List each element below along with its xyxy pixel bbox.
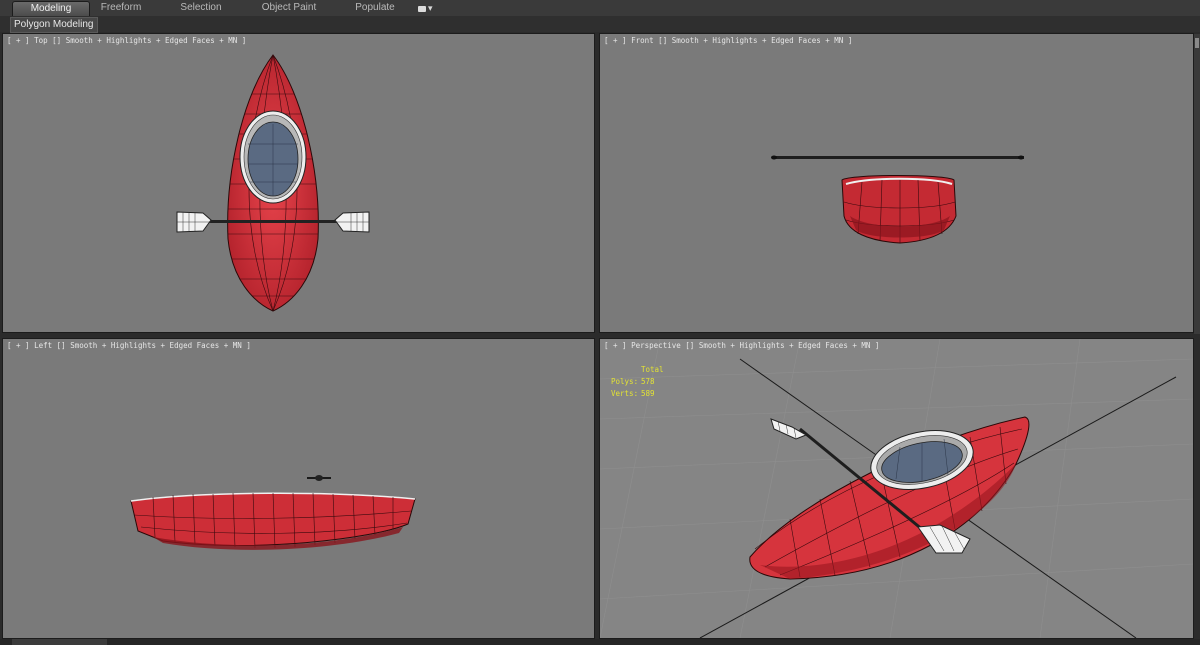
tab-freeform[interactable]: Freeform: [92, 1, 150, 15]
ribbon-tabs: Modeling Freeform Selection Object Paint…: [0, 0, 1200, 17]
command-panel-scrollbar[interactable]: [1194, 34, 1200, 334]
camera-icon: [418, 5, 426, 12]
verts-label: Verts:: [611, 389, 639, 398]
polys-label: Polys:: [611, 377, 639, 386]
viewport-left[interactable]: [ + ] Left [] Smooth + Highlights + Edge…: [2, 338, 595, 639]
polygon-modeling-button[interactable]: Polygon Modeling: [10, 17, 98, 33]
tab-object-paint[interactable]: Object Paint: [255, 1, 323, 15]
tab-modeling[interactable]: Modeling: [12, 1, 90, 16]
paddle-blade-right: [334, 211, 370, 233]
front-view-kayak: [771, 155, 1024, 244]
ribbon-panel-bar: Polygon Modeling: [0, 16, 1200, 33]
perspective-view-kayak: [600, 339, 1193, 638]
polygon-stats: Total Polys: 578 Verts: 589: [611, 364, 664, 400]
chevron-down-icon: ▾: [428, 3, 433, 13]
timeline-bar: [0, 639, 1200, 645]
polys-count: 578: [641, 377, 655, 386]
tab-selection[interactable]: Selection: [172, 1, 230, 15]
time-slider[interactable]: [12, 639, 107, 645]
scrollbar-thumb[interactable]: [1195, 38, 1199, 48]
stats-header: Total: [641, 365, 664, 374]
viewport-perspective[interactable]: [ + ] Perspective [] Smooth + Highlights…: [599, 338, 1194, 639]
viewport-top[interactable]: [ + ] Top [] Smooth + Highlights + Edged…: [2, 33, 595, 333]
paddle-blade-left: [176, 211, 212, 233]
viewport-front[interactable]: [ + ] Front [] Smooth + Highlights + Edg…: [599, 33, 1194, 333]
viewport-label-left[interactable]: [ + ] Left [] Smooth + Highlights + Edge…: [7, 341, 251, 350]
verts-count: 589: [641, 389, 655, 398]
tab-populate[interactable]: Populate: [345, 1, 405, 15]
top-view-kayak: [176, 54, 370, 312]
viewport-label-perspective[interactable]: [ + ] Perspective [] Smooth + Highlights…: [604, 341, 879, 350]
viewport-label-top[interactable]: [ + ] Top [] Smooth + Highlights + Edged…: [7, 36, 246, 45]
ribbon-options-dropdown[interactable]: ▾: [418, 3, 440, 13]
paddle-blade-lower: [917, 524, 971, 554]
viewport-label-front[interactable]: [ + ] Front [] Smooth + Highlights + Edg…: [604, 36, 852, 45]
left-view-kayak: [130, 475, 416, 550]
